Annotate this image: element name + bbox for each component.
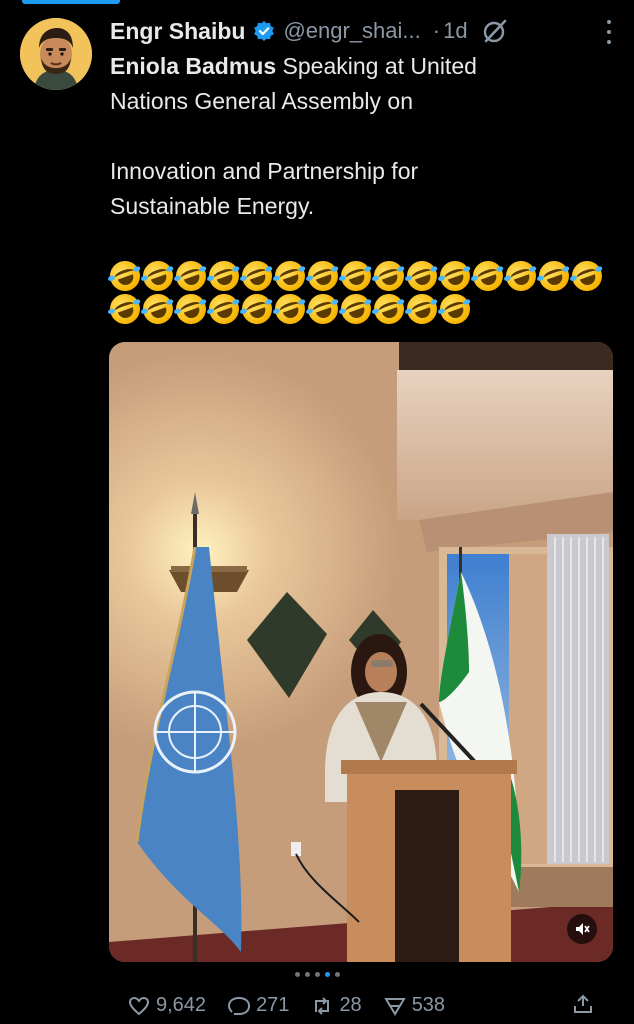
- reply-button[interactable]: 271: [228, 994, 289, 1017]
- rolling-on-the-floor-laughing-emoji: [468, 256, 508, 295]
- emoji-row-2: [105, 289, 618, 328]
- rolling-on-the-floor-laughing-emoji: [435, 289, 475, 328]
- rolling-on-the-floor-laughing-emoji: [138, 256, 178, 295]
- separator-dot: ·: [432, 18, 441, 43]
- rolling-on-the-floor-laughing-emoji: [303, 289, 343, 328]
- rolling-on-the-floor-laughing-emoji: [171, 256, 211, 295]
- tweet-actions: 9,642 271 28 538: [128, 994, 598, 1024]
- like-count: 9,642: [156, 994, 207, 1016]
- rolling-on-the-floor-laughing-emoji: [270, 256, 310, 295]
- mention-name: Eniola Badmus: [110, 53, 277, 79]
- avatar[interactable]: [20, 18, 92, 90]
- tweet-text: Eniola Badmus Speaking at United Nations…: [105, 49, 618, 328]
- rolling-on-the-floor-laughing-emoji: [105, 256, 145, 295]
- rolling-on-the-floor-laughing-emoji: [501, 256, 541, 295]
- rolling-on-the-floor-laughing-emoji: [534, 256, 574, 295]
- rolling-on-the-floor-laughing-emoji: [369, 289, 409, 328]
- rolling-on-the-floor-laughing-emoji: [303, 256, 343, 295]
- repost-count: 28: [339, 994, 362, 1016]
- tweet-text-line4: Sustainable Energy.: [110, 193, 315, 219]
- pager-dot[interactable]: [314, 972, 320, 977]
- share-button[interactable]: [572, 994, 594, 1020]
- rolling-on-the-floor-laughing-emoji: [105, 289, 145, 328]
- pager-dot[interactable]: [304, 972, 310, 977]
- grok-icon[interactable]: [482, 18, 508, 44]
- tweet-header: Engr Shaibu @engr_shai... · 1d: [110, 14, 618, 48]
- reply-icon: [228, 996, 251, 1015]
- rolling-on-the-floor-laughing-emoji: [402, 289, 442, 328]
- tweet-text-line1: Speaking at United: [276, 53, 477, 79]
- author-name[interactable]: Engr Shaibu: [110, 18, 245, 45]
- tweet-video[interactable]: [109, 342, 613, 962]
- rolling-on-the-floor-laughing-emoji: [204, 256, 244, 295]
- rolling-on-the-floor-laughing-emoji: [237, 256, 277, 295]
- views-count: 538: [411, 994, 446, 1016]
- views-icon: [383, 997, 406, 1016]
- rolling-on-the-floor-laughing-emoji: [270, 289, 310, 328]
- repost-button[interactable]: 28: [311, 994, 362, 1017]
- repost-icon: [315, 996, 330, 1015]
- views-button[interactable]: 538: [383, 994, 446, 1017]
- timestamp[interactable]: 1d: [443, 18, 467, 44]
- rolling-on-the-floor-laughing-emoji: [204, 289, 244, 328]
- heart-icon: [128, 996, 150, 1015]
- like-button[interactable]: 9,642: [128, 994, 206, 1017]
- rolling-on-the-floor-laughing-emoji: [336, 256, 376, 295]
- rolling-on-the-floor-laughing-emoji: [138, 289, 178, 328]
- rolling-on-the-floor-laughing-emoji: [402, 256, 442, 295]
- share-icon: [574, 994, 592, 1013]
- tweet-body: Engr Shaibu @engr_shai... · 1d Eniola Ba…: [105, 14, 618, 328]
- rolling-on-the-floor-laughing-emoji: [567, 256, 607, 295]
- rolling-on-the-floor-laughing-emoji: [336, 289, 376, 328]
- pager-dot[interactable]: [294, 972, 300, 977]
- verified-badge-icon: [253, 20, 275, 42]
- timeline-tab-indicator: [22, 0, 120, 4]
- rolling-on-the-floor-laughing-emoji: [171, 289, 211, 328]
- tweet-text-line2: Nations General Assembly on: [110, 88, 413, 114]
- pager-dot[interactable]: [334, 972, 340, 977]
- tweet-text-line3: Innovation and Partnership for: [110, 158, 419, 184]
- mute-icon[interactable]: [567, 914, 597, 944]
- more-options-icon[interactable]: [604, 20, 614, 44]
- rolling-on-the-floor-laughing-emoji: [435, 256, 475, 295]
- emoji-row-1: [105, 256, 618, 295]
- media-pager: [0, 972, 634, 977]
- pager-dot[interactable]: [324, 972, 330, 977]
- rolling-on-the-floor-laughing-emoji: [237, 289, 277, 328]
- reply-count: 271: [256, 994, 290, 1016]
- author-handle[interactable]: @engr_shai...: [283, 18, 420, 44]
- video-frame: [109, 342, 613, 962]
- rolling-on-the-floor-laughing-emoji: [369, 256, 409, 295]
